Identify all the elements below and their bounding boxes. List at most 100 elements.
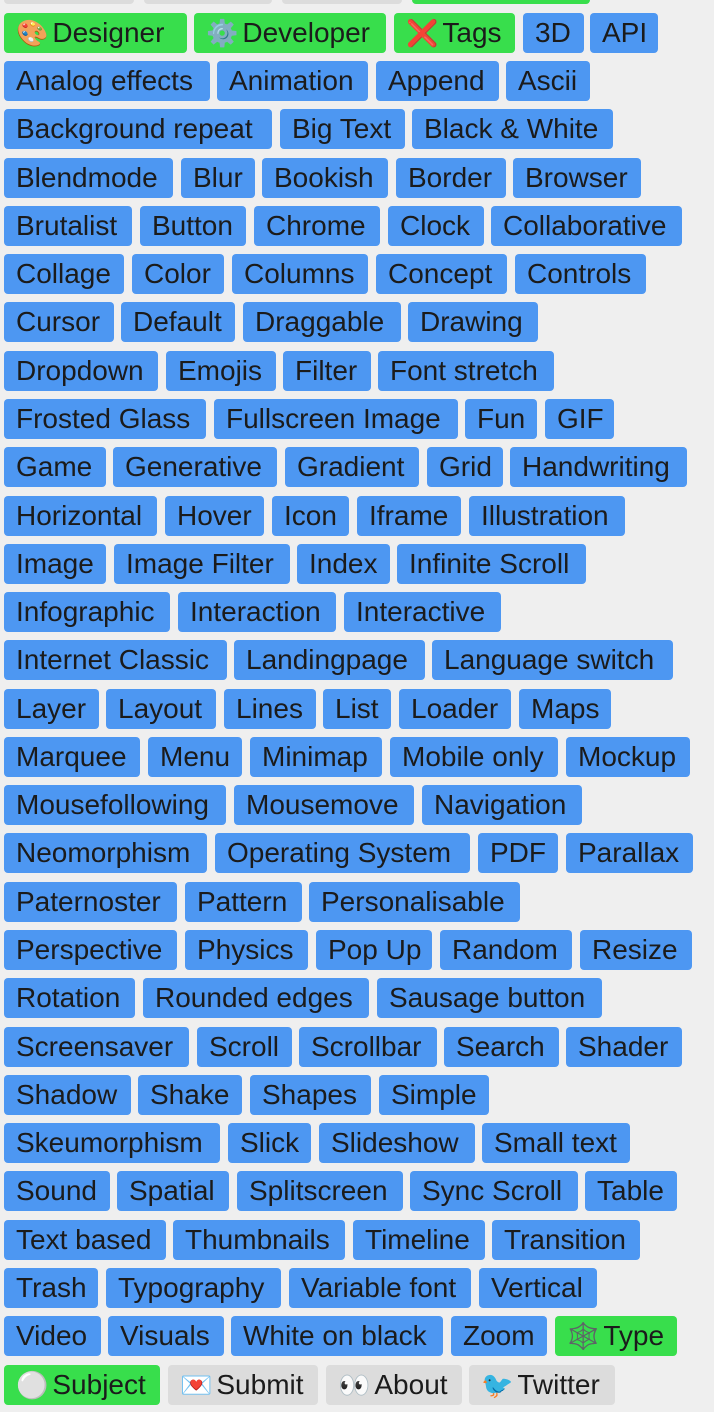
tag-button[interactable]: Lines (224, 689, 316, 729)
twitter-link[interactable]: 🐦 Twitter (469, 1365, 615, 1405)
tag-button[interactable]: Landingpage (234, 640, 425, 680)
tag-button[interactable]: Gradient (285, 447, 419, 487)
tag-button[interactable]: White on black (231, 1316, 443, 1356)
tag-button[interactable]: Button (140, 206, 246, 246)
tag-button[interactable]: Zoom (451, 1316, 547, 1356)
tag-button[interactable]: Scrollbar (299, 1027, 437, 1067)
tag-button[interactable]: Image (4, 544, 106, 584)
tag-button[interactable]: Layout (106, 689, 216, 729)
tag-button[interactable]: Hover (165, 496, 264, 536)
tag-button[interactable]: Interaction (178, 592, 336, 632)
designer-filter-button[interactable]: 🎨 Designer (4, 13, 187, 53)
tag-button[interactable]: Loader (399, 689, 511, 729)
tag-button[interactable]: Screensaver (4, 1027, 189, 1067)
tag-button[interactable]: GIF (545, 399, 614, 439)
tag-button[interactable]: Animation (217, 61, 368, 101)
subject-filter-button[interactable]: ⚪ Subject (4, 1365, 160, 1405)
tag-button[interactable]: Horizontal (4, 496, 157, 536)
tag-button[interactable]: Fun (465, 399, 537, 439)
tag-button[interactable]: Bookish (262, 158, 388, 198)
tag-button[interactable]: Layer (4, 689, 99, 729)
tag-button[interactable]: Clock (388, 206, 484, 246)
tag-button[interactable]: Grid (427, 447, 503, 487)
tag-button[interactable]: Append (376, 61, 499, 101)
tag-button[interactable]: Video (4, 1316, 101, 1356)
tag-button[interactable]: Splitscreen (237, 1171, 403, 1211)
tag-button[interactable]: Mousefollowing (4, 785, 226, 825)
tag-button[interactable]: Big Text (280, 109, 405, 149)
tag-button[interactable]: Shadow (4, 1075, 131, 1115)
tag-button[interactable]: Sync Scroll (410, 1171, 578, 1211)
tag-button[interactable]: Drawing (408, 302, 538, 342)
tag-button[interactable]: Spatial (117, 1171, 229, 1211)
partial-button-above-1[interactable] (4, 0, 134, 4)
tag-button[interactable]: Perspective (4, 930, 177, 970)
tag-button[interactable]: Brutalist (4, 206, 132, 246)
tag-button[interactable]: Columns (232, 254, 368, 294)
tag-button[interactable]: Pop Up (316, 930, 432, 970)
tag-button[interactable]: Iframe (357, 496, 461, 536)
tags-filter-button[interactable]: ❌ Tags (394, 13, 515, 53)
tag-button[interactable]: Generative (113, 447, 277, 487)
tag-button[interactable]: Transition (492, 1220, 640, 1260)
tag-button[interactable]: Frosted Glass (4, 399, 206, 439)
tag-button[interactable]: Collaborative (491, 206, 682, 246)
tag-button[interactable]: Mousemove (234, 785, 414, 825)
tag-button[interactable]: Handwriting (510, 447, 687, 487)
tag-button[interactable]: Menu (148, 737, 242, 777)
tag-button[interactable]: Interactive (344, 592, 501, 632)
tag-button[interactable]: Mobile only (390, 737, 558, 777)
tag-button[interactable]: Minimap (250, 737, 382, 777)
tag-button[interactable]: Concept (376, 254, 507, 294)
tag-button[interactable]: List (323, 689, 391, 729)
tag-button[interactable]: Table (585, 1171, 677, 1211)
tag-button[interactable]: Paternoster (4, 882, 177, 922)
partial-button-above-3[interactable] (282, 0, 402, 4)
tag-button[interactable]: Mockup (566, 737, 690, 777)
tag-button[interactable]: 3D (523, 13, 584, 53)
tag-button[interactable]: Emojis (166, 351, 276, 391)
tag-button[interactable]: Blendmode (4, 158, 173, 198)
tag-button[interactable]: Index (297, 544, 390, 584)
tag-button[interactable]: Parallax (566, 833, 693, 873)
tag-button[interactable]: Pattern (185, 882, 302, 922)
partial-button-above-2[interactable] (144, 0, 272, 4)
developer-filter-button[interactable]: ⚙️ Developer (194, 13, 386, 53)
partial-button-above-4[interactable] (412, 0, 590, 4)
tag-button[interactable]: Slideshow (319, 1123, 475, 1163)
tag-button[interactable]: Black & White (412, 109, 613, 149)
tag-button[interactable]: Collage (4, 254, 124, 294)
tag-button[interactable]: Analog effects (4, 61, 210, 101)
tag-button[interactable]: Skeumorphism (4, 1123, 220, 1163)
tag-button[interactable]: Cursor (4, 302, 114, 342)
submit-button[interactable]: 💌 Submit (168, 1365, 318, 1405)
tag-button[interactable]: Infographic (4, 592, 170, 632)
tag-button[interactable]: Text based (4, 1220, 166, 1260)
tag-button[interactable]: Navigation (422, 785, 582, 825)
tag-button[interactable]: Neomorphism (4, 833, 207, 873)
tag-button[interactable]: Thumbnails (173, 1220, 345, 1260)
tag-button[interactable]: Filter (283, 351, 371, 391)
tag-button[interactable]: Timeline (353, 1220, 485, 1260)
tag-button[interactable]: Shake (138, 1075, 242, 1115)
tag-button[interactable]: Vertical (479, 1268, 597, 1308)
tag-button[interactable]: Game (4, 447, 106, 487)
tag-button[interactable]: Slick (228, 1123, 311, 1163)
tag-button[interactable]: Variable font (289, 1268, 471, 1308)
tag-button[interactable]: Sound (4, 1171, 110, 1211)
tag-button[interactable]: Ascii (506, 61, 590, 101)
tag-button[interactable]: Default (121, 302, 235, 342)
tag-button[interactable]: Resize (580, 930, 692, 970)
tag-button[interactable]: Maps (519, 689, 611, 729)
tag-button[interactable]: Sausage button (377, 978, 602, 1018)
tag-button[interactable]: PDF (478, 833, 558, 873)
tag-button[interactable]: Rounded edges (143, 978, 369, 1018)
tag-button[interactable]: Infinite Scroll (397, 544, 586, 584)
tag-button[interactable]: Language switch (432, 640, 673, 680)
tag-button[interactable]: Dropdown (4, 351, 158, 391)
tag-button[interactable]: Controls (515, 254, 646, 294)
tag-button[interactable]: Font stretch (378, 351, 554, 391)
tag-button[interactable]: Draggable (243, 302, 401, 342)
tag-button[interactable]: Image Filter (114, 544, 290, 584)
tag-button[interactable]: Background repeat (4, 109, 272, 149)
